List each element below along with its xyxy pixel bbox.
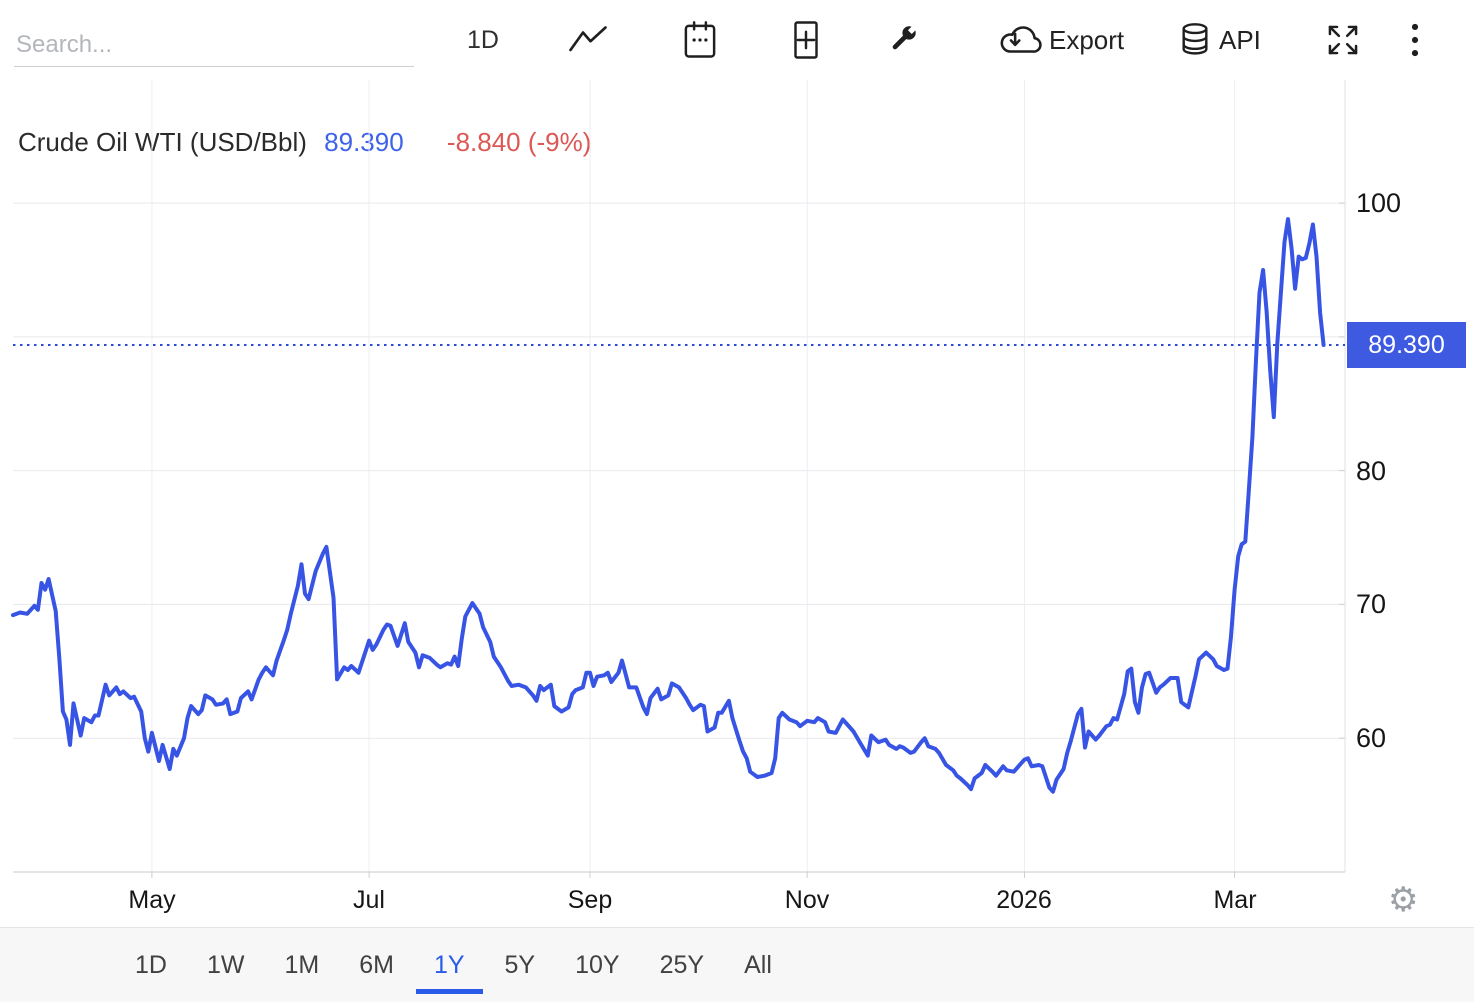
- y-axis-label: 70: [1356, 589, 1386, 619]
- range-tab-25y[interactable]: 25Y: [642, 928, 722, 1002]
- x-axis-label: May: [107, 886, 197, 915]
- range-tab-bar: 1D1W1M6M1Y5Y10Y25YAll: [0, 927, 1474, 1002]
- x-axis-label: Mar: [1190, 886, 1280, 915]
- x-axis-label: Nov: [762, 886, 852, 915]
- y-axis-label: 100: [1356, 188, 1401, 218]
- range-tab-6m[interactable]: 6M: [341, 928, 412, 1002]
- settings-gear-icon[interactable]: ⚙: [1388, 880, 1418, 920]
- x-axis-label: Sep: [545, 886, 635, 915]
- range-tab-10y[interactable]: 10Y: [557, 928, 637, 1002]
- y-axis-label: 80: [1356, 456, 1386, 486]
- range-tab-all[interactable]: All: [726, 928, 790, 1002]
- range-tab-1y[interactable]: 1Y: [416, 928, 483, 1002]
- app-window: 1D: [0, 0, 1474, 1002]
- range-tab-1m[interactable]: 1M: [266, 928, 337, 1002]
- range-tab-1w[interactable]: 1W: [189, 928, 263, 1002]
- y-axis-label: 60: [1356, 723, 1386, 753]
- current-price-badge: 89.390: [1347, 322, 1466, 368]
- range-tab-5y[interactable]: 5Y: [487, 928, 554, 1002]
- x-axis-label: 2026: [979, 886, 1069, 915]
- price-series-line: [13, 219, 1324, 792]
- current-price-badge-label: 89.390: [1368, 331, 1444, 360]
- x-axis-label: Jul: [324, 886, 414, 915]
- range-tab-1d[interactable]: 1D: [117, 928, 185, 1002]
- chart-plot[interactable]: [0, 0, 1474, 1002]
